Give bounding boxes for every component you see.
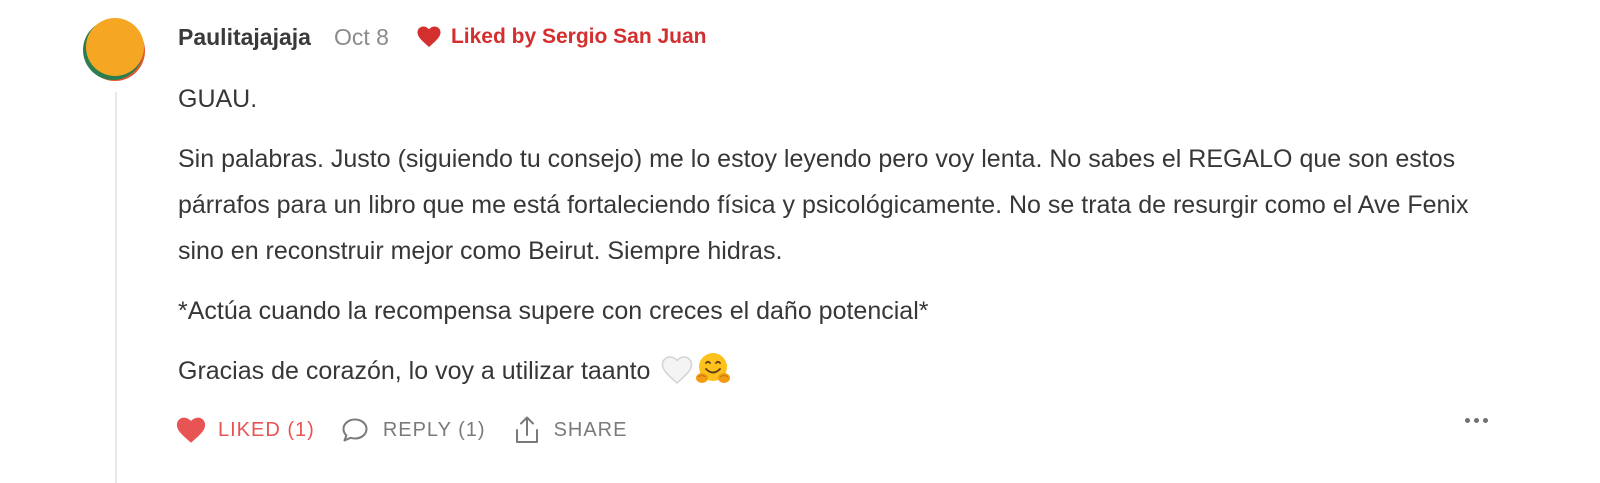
share-button[interactable]: SHARE — [514, 415, 628, 445]
heart-icon — [417, 26, 441, 47]
speech-bubble-icon — [341, 417, 369, 443]
more-dot — [1465, 418, 1470, 423]
white-heart-emoji-icon — [662, 356, 693, 385]
more-options-icon[interactable] — [1465, 418, 1488, 423]
liked-by-text: Liked by Sergio San Juan — [450, 25, 707, 48]
comment-header: Paulitajajaja Oct 8 Liked by Sergio San … — [178, 20, 707, 54]
avatar[interactable] — [82, 17, 146, 81]
thread-line — [115, 92, 117, 483]
share-icon — [514, 415, 540, 445]
share-label: SHARE — [553, 418, 628, 441]
comment-paragraph: GUAU. — [178, 85, 258, 113]
reply-button[interactable]: REPLY (1) — [341, 417, 486, 443]
comment-paragraph: *Actúa cuando la recompensa supere con c… — [178, 297, 929, 325]
author-name[interactable]: Paulitajajaja — [178, 24, 311, 51]
avatar-image — [83, 18, 145, 81]
comment-body: GUAU. Sin palabras. Justo (siguiendo tu … — [178, 76, 1518, 408]
heart-filled-icon — [176, 417, 206, 444]
comment-actions: LIKED (1) REPLY (1) SHARE — [176, 410, 1518, 450]
comment-paragraph-text: Gracias de corazón, lo voy a utilizar ta… — [178, 357, 651, 385]
more-dot — [1474, 418, 1479, 423]
like-button[interactable]: LIKED (1) — [176, 417, 315, 444]
comment-paragraph: Sin palabras. Justo (siguiendo tu consej… — [178, 145, 1469, 265]
reply-label: REPLY (1) — [382, 418, 486, 441]
hugging-face-emoji-icon — [696, 353, 731, 383]
comment-date[interactable]: Oct 8 — [334, 24, 389, 51]
comment-paragraph-last: Gracias de corazón, lo voy a utilizar ta… — [178, 348, 1518, 394]
liked-by-badge: Liked by Sergio San Juan — [417, 25, 707, 49]
like-label: LIKED (1) — [218, 418, 315, 441]
more-dot — [1483, 418, 1488, 423]
